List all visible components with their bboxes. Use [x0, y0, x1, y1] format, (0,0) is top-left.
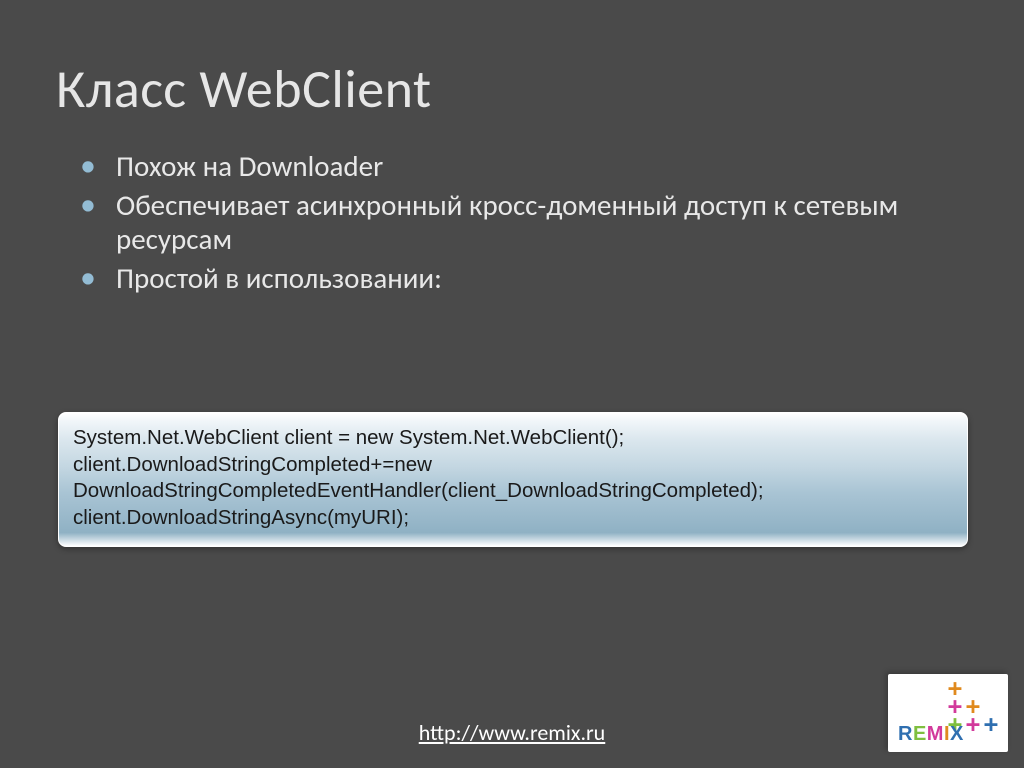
footer-link-text: http://www.remix.ru	[419, 719, 606, 746]
code-line: client.DownloadStringAsync(myURI);	[73, 505, 953, 532]
bullet-list: Похож на Downloader Обеспечивает асинхро…	[80, 150, 950, 301]
bullet-item: Простой в использовании:	[80, 262, 950, 295]
bullet-item: Обеспечивает асинхронный кросс-доменный …	[80, 189, 950, 256]
brand-logo: + ++ +++ REMIX	[888, 674, 1008, 752]
footer-link[interactable]: http://www.remix.ru	[0, 719, 1024, 746]
slide: Класс WebClient Похож на Downloader Обес…	[0, 0, 1024, 768]
brand-wordmark: REMIX	[898, 723, 964, 746]
code-line: System.Net.WebClient client = new System…	[73, 425, 953, 452]
slide-title: Класс WebClient	[56, 56, 432, 122]
bullet-item: Похож на Downloader	[80, 150, 950, 183]
code-sample: System.Net.WebClient client = new System…	[58, 412, 968, 547]
code-line: client.DownloadStringCompleted+=new Down…	[73, 452, 953, 505]
